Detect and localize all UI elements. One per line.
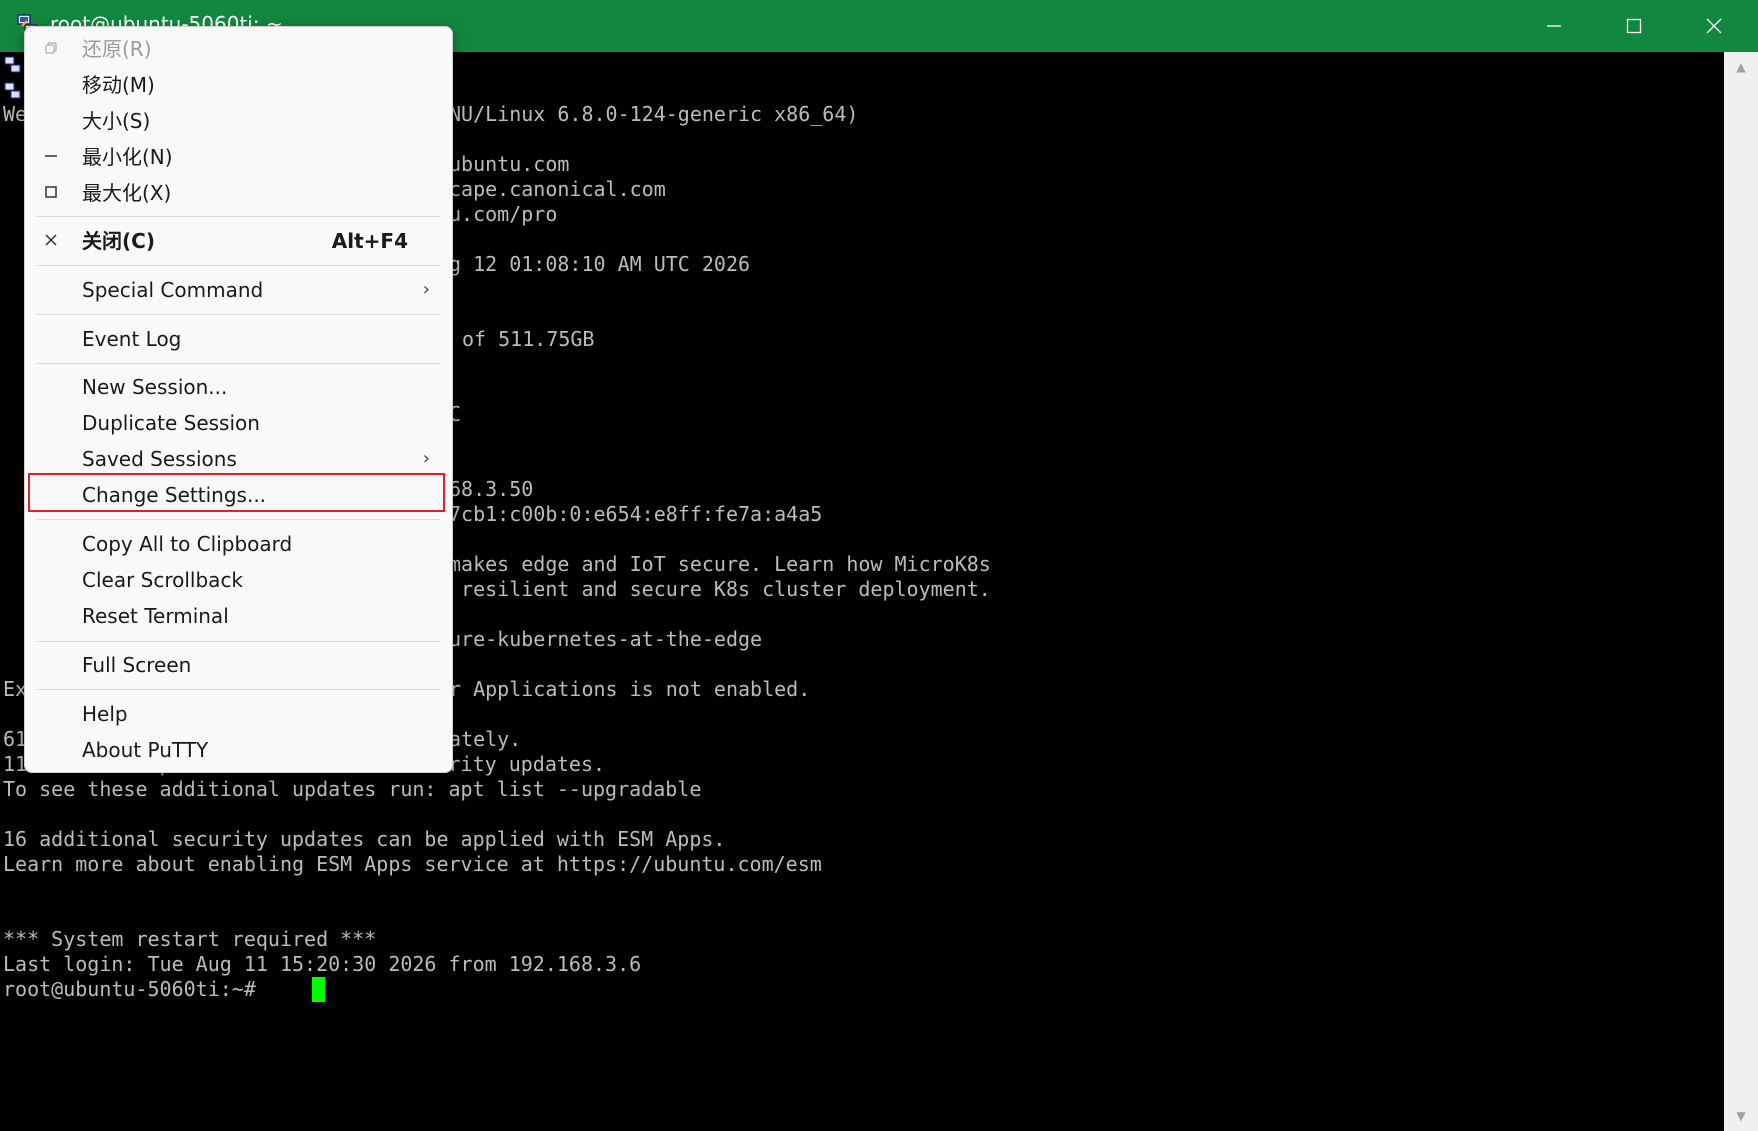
- menu-item-move[interactable]: 移动(M): [27, 68, 448, 102]
- menu-item-label: Clear Scrollback: [82, 568, 244, 592]
- maximize-icon: [1626, 18, 1642, 34]
- menu-item-label: 最大化(X): [82, 181, 172, 205]
- chevron-right-icon: ›: [422, 448, 430, 469]
- menu-item-minimize[interactable]: 最小化(N): [27, 140, 448, 174]
- close-button[interactable]: [1674, 0, 1754, 52]
- menu-item-duplicate-session[interactable]: Duplicate Session: [27, 406, 448, 440]
- menu-item-restore[interactable]: 还原(R): [27, 32, 448, 66]
- menu-item-label: 最小化(N): [82, 145, 173, 169]
- scroll-up-arrow-icon[interactable]: ▲: [1724, 52, 1758, 82]
- terminal-line: of 511.75GB: [462, 327, 595, 351]
- terminal-line: r Applications is not enabled.: [449, 677, 811, 701]
- menu-separator: [37, 641, 440, 642]
- terminal-line: ately.: [449, 727, 522, 751]
- minimize-icon: [1547, 25, 1561, 27]
- menu-item-reset-terminal[interactable]: Reset Terminal: [27, 599, 448, 633]
- menu-item-about-putty[interactable]: About PuTTY: [27, 733, 448, 767]
- terminal-line: ubuntu.com: [449, 152, 570, 176]
- menu-item-label: About PuTTY: [82, 738, 209, 762]
- restore-icon: [41, 32, 61, 66]
- terminal-cursor: [312, 977, 325, 1002]
- chevron-right-icon: ›: [422, 279, 430, 300]
- menu-item-label: 关闭(C): [82, 229, 155, 253]
- terminal-line: cape.canonical.com: [449, 177, 666, 201]
- menu-item-special-command[interactable]: Special Command ›: [27, 273, 448, 307]
- close-icon: [1706, 18, 1722, 34]
- minimize-icon: [41, 140, 61, 174]
- menu-item-label: 大小(S): [82, 109, 151, 133]
- close-icon: [41, 224, 61, 258]
- menu-item-saved-sessions[interactable]: Saved Sessions ›: [27, 442, 448, 476]
- menu-item-new-session[interactable]: New Session...: [27, 370, 448, 404]
- menu-item-event-log[interactable]: Event Log: [27, 322, 448, 356]
- menu-item-label: New Session...: [82, 375, 228, 399]
- menu-item-size[interactable]: 大小(S): [27, 104, 448, 138]
- terminal-line: 16 additional security updates can be ap…: [3, 827, 726, 851]
- terminal-line: g 12 01:08:10 AM UTC 2026: [449, 252, 751, 276]
- menu-item-label: 还原(R): [82, 37, 152, 61]
- menu-separator: [37, 363, 440, 364]
- menu-item-label: Reset Terminal: [82, 604, 229, 628]
- menu-item-full-screen[interactable]: Full Screen: [27, 648, 448, 682]
- terminal-line: resilient and secure K8s cluster deploym…: [449, 577, 991, 601]
- menu-item-label: Special Command: [82, 278, 264, 302]
- terminal-line: u.com/pro: [449, 202, 558, 226]
- terminal-line: 7cb1:c00b:0:e654:e8ff:fe7a:a4a5: [449, 502, 823, 526]
- menu-item-label: Saved Sessions: [82, 447, 237, 471]
- menu-separator: [37, 216, 440, 217]
- putty-icon: [4, 82, 22, 100]
- terminal-line: makes edge and IoT secure. Learn how Mic…: [449, 552, 991, 576]
- terminal-line: ure-kubernetes-at-the-edge: [449, 627, 763, 651]
- menu-item-copy-all[interactable]: Copy All to Clipboard: [27, 527, 448, 561]
- putty-icon: [4, 56, 22, 74]
- menu-separator: [37, 265, 440, 266]
- menu-separator: [37, 314, 440, 315]
- terminal-line: NU/Linux 6.8.0-124-generic x86_64): [449, 102, 859, 126]
- menu-item-label: Event Log: [82, 327, 182, 351]
- menu-separator: [37, 689, 440, 690]
- menu-item-label: 移动(M): [82, 73, 155, 97]
- menu-item-label: Full Screen: [82, 653, 192, 677]
- terminal-prompt[interactable]: root@ubuntu-5060ti:~#: [3, 977, 268, 1002]
- terminal-line: Last login: Tue Aug 11 15:20:30 2026 fro…: [3, 952, 642, 976]
- minimize-button[interactable]: [1514, 0, 1594, 52]
- vertical-scrollbar[interactable]: ▲ ▼: [1724, 52, 1758, 1131]
- menu-item-help[interactable]: Help: [27, 697, 448, 731]
- highlight-box: [28, 473, 445, 512]
- scroll-down-arrow-icon[interactable]: ▼: [1724, 1101, 1758, 1131]
- menu-item-label: Copy All to Clipboard: [82, 532, 293, 556]
- menu-item-label: Help: [82, 702, 128, 726]
- menu-item-clear-scrollback[interactable]: Clear Scrollback: [27, 563, 448, 597]
- terminal-line: To see these additional updates run: apt…: [3, 777, 702, 801]
- menu-item-maximize[interactable]: 最大化(X): [27, 176, 448, 210]
- menu-item-close[interactable]: 关闭(C) Alt+F4: [27, 224, 448, 258]
- terminal-line: 68.3.50: [449, 477, 534, 501]
- system-context-menu: 还原(R) 移动(M) 大小(S) 最小化(N) 最大化(X) 关闭(C) Al…: [24, 26, 453, 773]
- menu-item-label: Duplicate Session: [82, 411, 260, 435]
- maximize-icon: [41, 176, 61, 210]
- terminal-line: Learn more about enabling ESM Apps servi…: [3, 852, 822, 876]
- maximize-button[interactable]: [1594, 0, 1674, 52]
- menu-item-shortcut: Alt+F4: [331, 229, 408, 253]
- putty-window: root@ubuntu-5060ti: ~ We NU/Linux 6.8.0-…: [0, 0, 1758, 1131]
- menu-separator: [37, 519, 440, 520]
- terminal-line: *** System restart required ***: [3, 927, 377, 951]
